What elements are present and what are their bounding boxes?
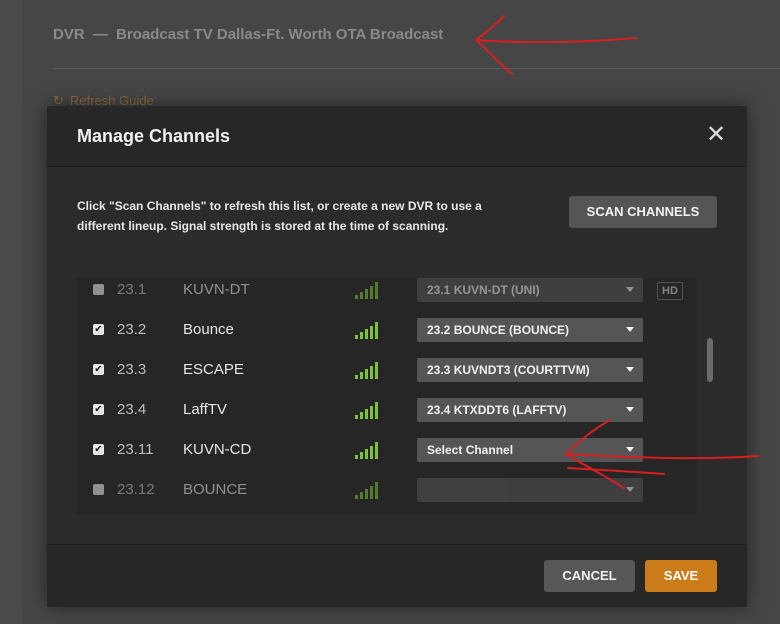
channel-name: BOUNCE xyxy=(183,481,248,498)
channel-row: ✔ 23.3 ESCAPE 23.3 KUVNDT3 (COURTTVM) xyxy=(77,350,697,390)
signal-bar xyxy=(360,372,363,379)
dialog-title: Manage Channels xyxy=(77,126,231,146)
signal-bar xyxy=(370,406,373,419)
signal-strength-icon xyxy=(355,401,381,419)
signal-bar xyxy=(355,495,358,499)
channel-name: Bounce xyxy=(183,321,234,338)
channel-number: 23.2 xyxy=(117,321,147,338)
channel-number: 23.1 xyxy=(117,281,147,298)
dialog-footer: CANCEL SAVE xyxy=(47,544,747,607)
dvr-prefix: DVR xyxy=(53,26,85,43)
signal-bar xyxy=(355,335,358,339)
close-icon[interactable]: ✕ xyxy=(703,122,729,148)
channel-number: 23.3 xyxy=(117,361,147,378)
channel-select[interactable]: 23.3 KUVNDT3 (COURTTVM) xyxy=(417,358,643,382)
signal-bar xyxy=(375,482,378,499)
channel-checkbox[interactable] xyxy=(93,284,104,295)
signal-bar xyxy=(370,446,373,459)
channel-row: 23.12 BOUNCE xyxy=(77,470,697,510)
channel-select-value: 23.2 BOUNCE (BOUNCE) xyxy=(427,323,570,337)
signal-bar xyxy=(360,292,363,299)
signal-bar xyxy=(365,329,368,339)
channel-row: 23.1 KUVN-DT 23.1 KUVN-DT (UNI) HD xyxy=(77,278,697,310)
chevron-down-icon xyxy=(626,327,634,332)
channel-number: 23.12 xyxy=(117,481,155,498)
header-divider xyxy=(53,68,780,69)
title-separator: — xyxy=(92,26,108,43)
signal-bar xyxy=(375,282,378,299)
channel-checkbox[interactable]: ✔ xyxy=(93,404,104,415)
signal-bar xyxy=(375,402,378,419)
channel-name: KUVN-DT xyxy=(183,281,250,298)
dialog-header: Manage Channels ✕ xyxy=(47,106,747,167)
signal-bar xyxy=(375,322,378,339)
channel-select-value: 23.3 KUVNDT3 (COURTTVM) xyxy=(427,363,590,377)
signal-bar xyxy=(360,332,363,339)
chevron-down-icon xyxy=(626,407,634,412)
signal-strength-icon xyxy=(355,481,381,499)
signal-bar xyxy=(360,452,363,459)
channel-list-scrollbar[interactable] xyxy=(707,338,713,382)
signal-bar xyxy=(355,415,358,419)
chevron-down-icon xyxy=(626,487,634,492)
signal-strength-icon xyxy=(355,361,381,379)
channel-select-value: Select Channel xyxy=(427,443,514,457)
signal-bar xyxy=(370,486,373,499)
channel-name: LaffTV xyxy=(183,401,227,418)
channel-number: 23.11 xyxy=(117,441,154,458)
channel-name: ESCAPE xyxy=(183,361,244,378)
channel-row: ✔ 23.11 KUVN-CD Select Channel xyxy=(77,430,697,470)
cancel-button[interactable]: CANCEL xyxy=(544,560,635,592)
signal-bar xyxy=(365,409,368,419)
channel-name: KUVN-CD xyxy=(183,441,252,458)
channel-list: 23.1 KUVN-DT 23.1 KUVN-DT (UNI) HD ✔ 23.2 Boun… xyxy=(77,278,697,514)
dvr-title: DVR — Broadcast TV Dallas-Ft. Worth OTA … xyxy=(53,26,443,43)
channel-select-value: 23.4 KTXDDT6 (LAFFTV) xyxy=(427,403,567,417)
scan-channels-button[interactable]: SCAN CHANNELS xyxy=(569,196,717,228)
signal-strength-icon xyxy=(355,281,381,299)
signal-bar xyxy=(365,369,368,379)
signal-bar xyxy=(360,412,363,419)
channel-select[interactable]: 23.1 KUVN-DT (UNI) xyxy=(417,278,643,302)
signal-bar xyxy=(355,375,358,379)
signal-bar xyxy=(365,489,368,499)
chevron-down-icon xyxy=(626,287,634,292)
channel-checkbox[interactable]: ✔ xyxy=(93,364,104,375)
signal-bar xyxy=(360,492,363,499)
channel-checkbox[interactable]: ✔ xyxy=(93,324,104,335)
signal-bar xyxy=(370,286,373,299)
signal-strength-icon xyxy=(355,321,381,339)
save-button[interactable]: SAVE xyxy=(645,560,717,592)
dvr-name: Broadcast TV Dallas-Ft. Worth OTA Broadc… xyxy=(116,26,444,43)
signal-strength-icon xyxy=(355,441,381,459)
channel-checkbox[interactable] xyxy=(93,484,104,495)
signal-bar xyxy=(365,449,368,459)
channel-select[interactable]: Select Channel xyxy=(417,438,643,462)
signal-bar xyxy=(355,295,358,299)
channel-select[interactable]: 23.4 KTXDDT6 (LAFFTV) xyxy=(417,398,643,422)
signal-bar xyxy=(370,366,373,379)
hd-badge: HD xyxy=(657,282,683,300)
channel-checkbox[interactable]: ✔ xyxy=(93,444,104,455)
signal-bar xyxy=(370,326,373,339)
channel-select[interactable]: 23.2 BOUNCE (BOUNCE) xyxy=(417,318,643,342)
signal-bar xyxy=(355,455,358,459)
chevron-down-icon xyxy=(626,447,634,452)
signal-bar xyxy=(375,362,378,379)
signal-bar xyxy=(365,289,368,299)
dialog-description: Click "Scan Channels" to refresh this li… xyxy=(77,199,482,233)
channel-number: 23.4 xyxy=(117,401,147,418)
chevron-down-icon xyxy=(626,367,634,372)
channel-row: ✔ 23.2 Bounce 23.2 BOUNCE (BOUNCE) xyxy=(77,310,697,350)
channel-select-value: 23.1 KUVN-DT (UNI) xyxy=(427,283,540,297)
channel-select[interactable] xyxy=(417,478,643,502)
signal-bar xyxy=(375,442,378,459)
channel-row: ✔ 23.4 LaffTV 23.4 KTXDDT6 (LAFFTV) xyxy=(77,390,697,430)
manage-channels-dialog: Manage Channels ✕ Click "Scan Channels" … xyxy=(47,106,747,607)
